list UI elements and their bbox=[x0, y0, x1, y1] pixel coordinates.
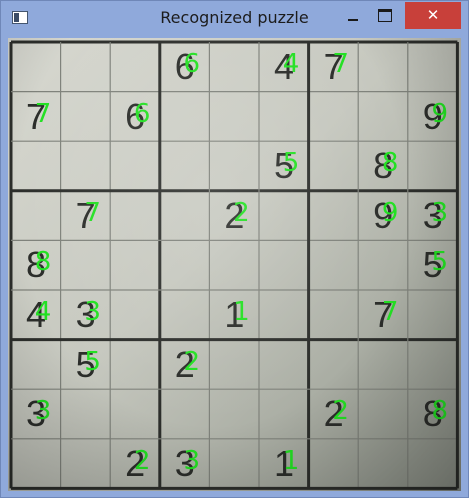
puzzle-image: 6644777766995588772299338855443311775522… bbox=[8, 38, 461, 491]
minimize-icon bbox=[347, 18, 358, 21]
minimize-button[interactable] bbox=[339, 2, 366, 29]
puzzle-window: Recognized puzzle ✕ 66447777669955887722… bbox=[0, 0, 469, 498]
sudoku-grid bbox=[9, 40, 459, 490]
close-button[interactable]: ✕ bbox=[405, 2, 461, 29]
close-icon: ✕ bbox=[426, 6, 440, 24]
maximize-icon bbox=[378, 9, 392, 22]
title-bar[interactable]: Recognized puzzle ✕ bbox=[1, 1, 468, 37]
app-window-icon[interactable] bbox=[12, 11, 28, 24]
maximize-button[interactable] bbox=[370, 2, 400, 29]
